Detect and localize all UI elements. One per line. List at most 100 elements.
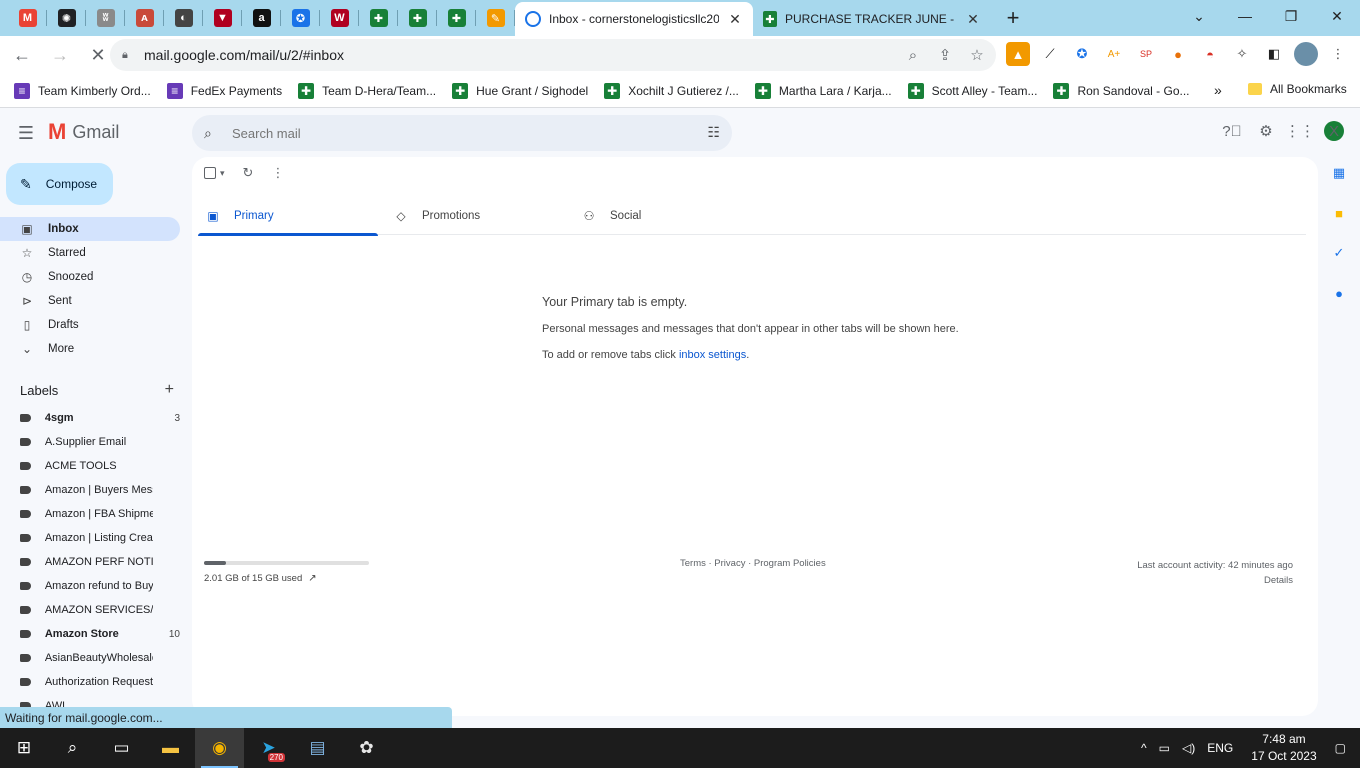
search-input[interactable] [232, 125, 672, 141]
notifications-icon[interactable]: ▢ [1335, 741, 1346, 755]
add-label-icon[interactable]: + [165, 381, 174, 399]
share-icon[interactable]: ⇪ [936, 45, 954, 65]
language-indicator[interactable]: ENG [1207, 741, 1233, 755]
tab-promotions[interactable]: ◇ Promotions [386, 197, 574, 235]
search-bar[interactable]: ⌕ ☷ [192, 115, 732, 151]
more-actions-icon[interactable]: ⋮ [271, 165, 284, 181]
profile-avatar[interactable] [1294, 42, 1318, 66]
telegram-icon[interactable]: ➤ 270 [244, 728, 293, 768]
extension-icon[interactable]: SP [1134, 42, 1158, 66]
apps-grid-icon[interactable]: ⋮⋮ [1285, 121, 1315, 141]
gear-icon[interactable]: ⚙ [1256, 121, 1276, 141]
keep-icon[interactable]: ■ [1330, 204, 1348, 222]
tab-social[interactable]: ⚇ Social [574, 197, 762, 235]
bookmark-star-icon[interactable]: ☆ [968, 45, 986, 65]
search-options-icon[interactable]: ☷ [707, 124, 720, 141]
label-item[interactable]: AMAZON PERF NOTIF [0, 550, 180, 574]
network-icon[interactable]: ▭ [1159, 741, 1170, 755]
calendar-icon[interactable]: ▦ [1330, 164, 1348, 182]
restore-button[interactable]: ❐ [1268, 0, 1314, 32]
menu-icon[interactable]: ⋮ [1326, 42, 1350, 66]
chevron-down-icon[interactable]: ▾ [220, 168, 225, 179]
nav-item-starred[interactable]: ☆ Starred [0, 241, 180, 265]
tab-inbox[interactable]: Inbox - cornerstonelogisticsllc20 ✕ [515, 2, 753, 36]
back-button[interactable]: ← [6, 39, 38, 71]
nav-item-sent[interactable]: ⊳ Sent [0, 289, 180, 313]
tab-search-icon[interactable]: ⌄ [1176, 0, 1222, 32]
volume-icon[interactable]: ◁) [1182, 741, 1195, 755]
lock-icon[interactable]: 🔒︎ [122, 49, 136, 62]
close-icon[interactable]: ✕ [727, 11, 743, 27]
details-link[interactable]: Details [1137, 573, 1293, 588]
pinned-tab[interactable]: ✎ [476, 0, 515, 36]
search-icon[interactable]: ⌕ [48, 728, 97, 768]
pinned-tab[interactable]: W [320, 0, 359, 36]
calculator-icon[interactable]: ▤ [293, 728, 342, 768]
footer-links[interactable]: Terms · Privacy · Program Policies [680, 558, 826, 569]
bookmark-item[interactable]: ✚ Ron Sandoval - Go... [1053, 82, 1190, 99]
label-item[interactable]: AWL [0, 694, 180, 707]
close-window-button[interactable]: ✕ [1314, 0, 1360, 32]
file-explorer-icon[interactable]: ▬ [146, 728, 195, 768]
windows-start-icon[interactable]: ⊞ [0, 728, 48, 768]
puzzle-icon[interactable]: ✧ [1230, 42, 1254, 66]
label-item[interactable]: AMAZON SERVICES/PAY... [0, 598, 180, 622]
select-all-checkbox[interactable]: ▾ [204, 167, 225, 179]
avatar[interactable]: X [1324, 121, 1344, 141]
new-tab-button[interactable]: + [999, 4, 1027, 32]
label-item[interactable]: ACME TOOLS [0, 454, 180, 478]
chevron-up-icon[interactable]: ^ [1141, 741, 1147, 755]
external-link-icon[interactable]: ↗ [308, 573, 316, 584]
zoom-icon[interactable]: ⌕ [904, 45, 922, 65]
pinned-tab[interactable]: ◐ [164, 0, 203, 36]
pinned-tab[interactable]: a [242, 0, 281, 36]
nav-item-inbox[interactable]: ▣ Inbox [0, 217, 180, 241]
bookmark-item[interactable]: ✚ Martha Lara / Karja... [754, 82, 892, 99]
forward-button[interactable]: → [44, 39, 76, 71]
refresh-icon[interactable]: ↻ [243, 165, 254, 181]
bookmark-item[interactable]: ✚ Hue Grant / Sighodel [452, 82, 588, 99]
nav-item-snoozed[interactable]: ◷ Snoozed [0, 265, 180, 289]
pinned-tab[interactable]: ʬ [86, 0, 125, 36]
tab-primary[interactable]: ▣ Primary [198, 197, 386, 236]
search-icon[interactable]: ⌕ [204, 125, 220, 142]
pinned-tab[interactable]: ✪ [281, 0, 320, 36]
label-item[interactable]: Authorization Request [0, 670, 180, 694]
extension-icon[interactable]: ◓ [1198, 42, 1222, 66]
compose-button[interactable]: ✎ Compose [6, 163, 113, 205]
pinned-tab[interactable]: ▼ [203, 0, 242, 36]
label-item[interactable]: Amazon Store 10 [0, 622, 180, 646]
paint-icon[interactable]: ✿ [342, 728, 391, 768]
bookmark-item[interactable]: ✚ Xochilt J Gutierez /... [604, 82, 739, 99]
nav-item-more[interactable]: ⌄ More [0, 337, 180, 361]
bookmark-item[interactable]: ≡ FedEx Payments [166, 82, 282, 99]
side-panel-icon[interactable]: ◧ [1262, 42, 1286, 66]
help-icon[interactable]: ?⃝ [1222, 121, 1242, 141]
label-item[interactable]: 4sgm 3 [0, 406, 180, 430]
label-item[interactable]: Amazon | Listing Created [0, 526, 180, 550]
label-item[interactable]: Amazon | Buyers Messa... [0, 478, 180, 502]
url-text[interactable]: mail.google.com/mail/u/2/#inbox [144, 47, 344, 63]
clock[interactable]: 7:48 am 17 Oct 2023 [1251, 731, 1316, 765]
pinned-tab[interactable]: ✚ [359, 0, 398, 36]
address-bar[interactable]: 🔒︎ mail.google.com/mail/u/2/#inbox ⌕ ⇪ ☆ [110, 39, 996, 71]
label-item[interactable]: A.Supplier Email [0, 430, 180, 454]
tasks-icon[interactable]: ✓ [1330, 244, 1348, 262]
extension-icon[interactable]: ▲ [1006, 42, 1030, 66]
all-bookmarks[interactable]: All Bookmarks [1248, 82, 1347, 96]
extension-icon[interactable]: ● [1166, 42, 1190, 66]
extension-icon[interactable]: A+ [1102, 42, 1126, 66]
desktop-app-icon[interactable]: ▭ [97, 728, 146, 768]
extension-icon[interactable]: ⟋ [1038, 42, 1062, 66]
pinned-tab[interactable]: ᴀ [125, 0, 164, 36]
minimize-button[interactable]: — [1222, 0, 1268, 32]
bookmark-item[interactable]: ≡ Team Kimberly Ord... [14, 82, 151, 99]
pinned-tab[interactable]: ✺ [47, 0, 86, 36]
label-item[interactable]: Amazon | FBA Shipments [0, 502, 180, 526]
gmail-logo[interactable]: M Gmail [48, 121, 119, 143]
label-item[interactable]: Amazon refund to Buyers [0, 574, 180, 598]
bookmark-item[interactable]: ✚ Team D-Hera/Team... [298, 82, 436, 99]
label-item[interactable]: AsianBeautyWholesale [0, 646, 180, 670]
tab-purchase-tracker[interactable]: ✚ PURCHASE TRACKER JUNE - Goo ✕ [753, 2, 991, 36]
close-icon[interactable]: ✕ [965, 11, 981, 27]
